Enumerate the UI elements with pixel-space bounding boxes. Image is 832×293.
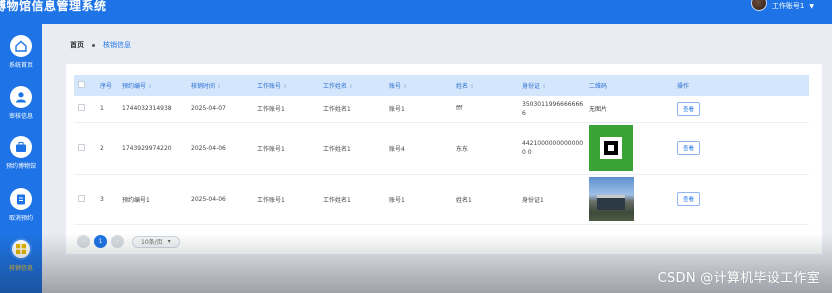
breadcrumb-home[interactable]: 首页: [70, 40, 84, 50]
cell-booking-no: 预约编号1: [118, 174, 187, 225]
cell-account: 账号4: [385, 122, 452, 175]
view-button[interactable]: 查看: [677, 101, 701, 116]
top-header: 博物馆信息管理系统 工作账号1 ▼: [0, 0, 832, 24]
cell-index: 1: [96, 96, 118, 123]
column-header[interactable]: 账号 ⇕: [385, 75, 452, 96]
prev-page-button[interactable]: ‹: [77, 235, 90, 248]
cell-index: 3: [96, 174, 118, 225]
cell-work-account: 工作账号1: [253, 96, 319, 123]
verification-table: 序号 预约编号 ⇕ 核销时间 ⇕ 工作账号 ⇕ 工作姓名 ⇕ 账号 ⇕ 姓名 ⇕ 身份证 ⇕ …: [74, 75, 809, 225]
row-checkbox[interactable]: [78, 104, 85, 112]
breadcrumb-current: 核销信息: [103, 41, 131, 49]
user-name[interactable]: 工作账号1: [772, 1, 804, 11]
next-page-button[interactable]: ›: [111, 235, 124, 248]
sort-icon: ⇕: [470, 84, 475, 90]
cell-name: 姓名1: [452, 174, 518, 225]
sidebar-item-label: 核销信息: [8, 265, 33, 272]
cell-work-account: 工作账号1: [253, 174, 319, 225]
clipboard-icon: [10, 188, 32, 210]
cell-work-account: 工作账号1: [253, 122, 319, 175]
sort-icon: ⇕: [403, 84, 408, 90]
cell-work-name: 工作姓名1: [319, 96, 385, 123]
column-header[interactable]: 工作账号 ⇕: [253, 75, 319, 96]
sort-icon: ⇕: [542, 84, 547, 90]
sidebar-item-label: 取消预约: [8, 215, 33, 222]
qr-code-icon: [600, 137, 622, 159]
view-button[interactable]: 查看: [677, 141, 701, 155]
column-header[interactable]: 预约编号 ⇕: [118, 75, 187, 96]
column-header: 序号: [96, 75, 118, 96]
museum-photo[interactable]: [589, 177, 634, 221]
column-header[interactable]: 姓名 ⇕: [452, 75, 518, 96]
qr-code-image[interactable]: [589, 125, 633, 171]
avatar[interactable]: [750, 0, 767, 11]
page-size-select[interactable]: 10条/页 ▾: [132, 235, 180, 248]
cell-work-name: 工作姓名1: [319, 122, 385, 175]
cell-qr-text: 无图片: [585, 96, 673, 123]
breadcrumb-separator: [92, 43, 95, 47]
pagination: ‹ 1 › 10条/页 ▾: [77, 235, 180, 248]
chevron-down-icon: ▾: [167, 238, 171, 245]
sidebar-item-label: 预约博物馆: [5, 163, 36, 170]
view-button[interactable]: 查看: [677, 192, 701, 206]
home-icon: [10, 35, 32, 57]
cell-id-card: 身份证1: [518, 174, 585, 225]
column-header[interactable]: 工作姓名 ⇕: [319, 75, 385, 96]
cell-account: 账号1: [385, 96, 452, 123]
cell-id-card: 44210000000000000 0: [518, 122, 585, 175]
page-size-value: 10条/页: [141, 239, 163, 246]
cell-time: 2025-04-06: [187, 174, 253, 225]
sidebar-item-booking[interactable]: 预约博物馆: [0, 136, 42, 170]
row-checkbox[interactable]: [78, 143, 85, 151]
sidebar-item-label: 审核信息: [8, 113, 33, 120]
column-header[interactable]: 核销时间 ⇕: [187, 75, 253, 96]
briefcase-icon: [10, 136, 32, 158]
select-all-checkbox[interactable]: [78, 81, 85, 88]
sort-icon: ⇕: [217, 84, 222, 90]
sort-icon: ⇕: [349, 84, 354, 90]
table-header-row: 序号 预约编号 ⇕ 核销时间 ⇕ 工作账号 ⇕ 工作姓名 ⇕ 账号 ⇕ 姓名 ⇕ 身份证 ⇕ …: [74, 75, 809, 96]
cell-name: 东东: [452, 122, 518, 175]
active-nav-pointer: [42, 279, 50, 291]
sidebar-item-verification[interactable]: 核销信息: [0, 238, 42, 272]
page-number[interactable]: 1: [94, 235, 107, 248]
cell-account: 账号1: [385, 174, 452, 225]
column-header: 操作: [673, 75, 809, 96]
user-menu[interactable]: 工作账号1 ▼: [750, 0, 814, 12]
sidebar-item-home[interactable]: 系统首页: [0, 35, 42, 69]
row-checkbox[interactable]: [78, 194, 85, 202]
sidebar-item-label: 系统首页: [8, 62, 33, 69]
user-icon: [10, 86, 32, 108]
table-row: 3 预约编号1 2025-04-06 工作账号1 工作姓名1 账号1 姓名1 身…: [74, 174, 809, 225]
cell-time: 2025-04-07: [187, 96, 253, 123]
cell-name: fff: [452, 96, 518, 123]
column-header[interactable]: 身份证 ⇕: [518, 75, 585, 96]
sort-icon: ⇕: [283, 84, 288, 90]
cell-work-name: 工作姓名1: [319, 174, 385, 225]
sidebar: 系统首页 审核信息 预约博物馆 取消预约 核销信息: [0, 24, 42, 293]
grid-icon: [10, 238, 32, 260]
app-title: 博物馆信息管理系统: [0, 0, 107, 13]
cell-time: 2025-04-06: [187, 122, 253, 175]
table-row: 1 1744032314938 2025-04-07 工作账号1 工作姓名1 账…: [74, 96, 809, 123]
sidebar-item-cancel[interactable]: 取消预约: [0, 188, 42, 222]
cell-booking-no: 1744032314938: [118, 96, 187, 123]
sort-icon: ⇕: [148, 84, 153, 90]
watermark: CSDN @计算机毕设工作室: [657, 271, 820, 286]
sidebar-item-review[interactable]: 审核信息: [0, 86, 42, 120]
cell-booking-no: 1743929974220: [118, 122, 187, 175]
cell-index: 2: [96, 122, 118, 175]
chevron-down-icon[interactable]: ▼: [809, 3, 814, 10]
table-row: 2 1743929974220 2025-04-06 工作账号1 工作姓名1 账…: [74, 122, 809, 175]
column-header: 二维码: [585, 75, 673, 96]
breadcrumb: 首页 核销信息: [70, 40, 131, 50]
cell-id-card: 35030119966666666: [518, 96, 585, 123]
